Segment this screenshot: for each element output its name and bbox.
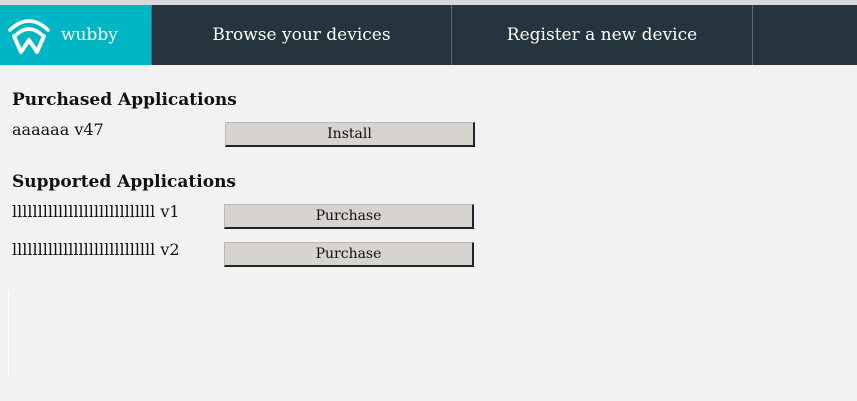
purchased-app-name: aaaaaa v47 (12, 120, 104, 139)
main-content: Purchased Applications aaaaaa v47 Instal… (0, 65, 857, 401)
supported-app-name: llllllllllllllllllllllllllll v1 (12, 202, 180, 221)
supported-app-name: llllllllllllllllllllllllllll v2 (12, 240, 180, 259)
brand-name: wubby (61, 25, 118, 45)
purchase-button[interactable]: Purchase (224, 242, 474, 267)
brand-link[interactable]: wubby (0, 5, 151, 65)
purchase-button[interactable]: Purchase (224, 204, 474, 229)
install-button[interactable]: Install (225, 122, 475, 147)
nav-spacer (752, 5, 856, 65)
supported-applications-heading: Supported Applications (12, 172, 237, 192)
left-divider-line (8, 291, 9, 377)
wubby-logo-icon (5, 13, 53, 57)
nav-browse-devices[interactable]: Browse your devices (151, 5, 451, 65)
nav-register-device[interactable]: Register a new device (451, 5, 752, 65)
top-navbar: wubby Browse your devices Register a new… (0, 5, 857, 65)
purchased-applications-heading: Purchased Applications (12, 90, 237, 110)
